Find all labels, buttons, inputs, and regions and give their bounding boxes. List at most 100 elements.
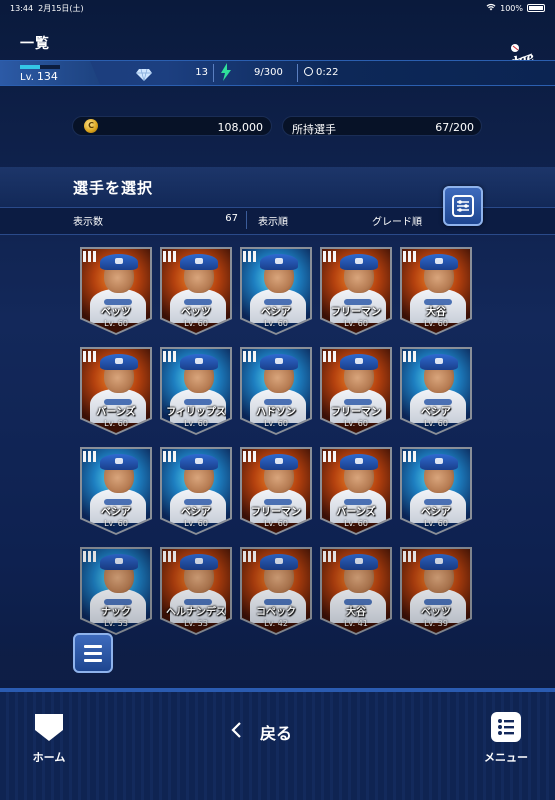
player-cap: [180, 354, 218, 370]
sort-order-value[interactable]: グレード順: [340, 213, 422, 228]
hamburger-icon: [84, 645, 102, 648]
battery-icon: [527, 4, 545, 12]
grade-stripes-icon: [243, 551, 256, 562]
player-card[interactable]: フリーマン Lv. 60: [320, 347, 392, 435]
player-name: ベッツ: [421, 607, 451, 618]
player-name: フリーマン: [331, 407, 381, 418]
diamond-icon: [136, 66, 152, 82]
owned-players-label: 所持選手: [292, 123, 336, 136]
select-panel-title: 選手を選択: [73, 179, 154, 197]
player-level: Lv. 60: [104, 519, 128, 528]
player-name: ベッツ: [181, 307, 211, 318]
back-button[interactable]: 戻る: [260, 720, 292, 744]
player-cap: [100, 554, 138, 570]
display-count: 67: [225, 213, 238, 224]
player-level: Lv. 39: [424, 619, 448, 628]
bottom-nav: [0, 692, 555, 800]
coin-amount: 108,000: [217, 121, 264, 134]
menu-button-label[interactable]: メニュー: [476, 749, 536, 765]
player-level: Lv. 60: [184, 519, 208, 528]
player-card[interactable]: 大谷 Lv. 41: [320, 547, 392, 635]
player-cap: [100, 254, 138, 270]
grade-stripes-icon: [83, 551, 96, 562]
grade-stripes-icon: [403, 351, 416, 362]
battery-percent: 100%: [500, 3, 523, 13]
grade-stripes-icon: [323, 351, 336, 362]
player-name: コペック: [256, 607, 296, 618]
player-name: バーンズ: [96, 407, 136, 418]
player-cap: [180, 554, 218, 570]
player-card[interactable]: ベシア Lv. 60: [240, 247, 312, 335]
player-level: Lv. 53: [104, 619, 128, 628]
player-name: フリーマン: [331, 307, 381, 318]
back-chevron-icon[interactable]: [230, 721, 242, 739]
player-cap: [100, 354, 138, 370]
player-cap: [100, 454, 138, 470]
player-card[interactable]: ベシア Lv. 60: [400, 347, 472, 435]
player-card[interactable]: ベッツ Lv. 60: [80, 247, 152, 335]
player-level: Lv. 60: [264, 519, 288, 528]
player-card[interactable]: ベシア Lv. 60: [160, 447, 232, 535]
status-right: 100%: [486, 3, 545, 13]
player-card[interactable]: ハドソン Lv. 60: [240, 347, 312, 435]
player-card[interactable]: ベッツ Lv. 39: [400, 547, 472, 635]
player-card[interactable]: フリーマン Lv. 60: [320, 247, 392, 335]
player-level: Lv. 60: [104, 319, 128, 328]
player-level: Lv. 42: [264, 619, 288, 628]
player-cap: [180, 454, 218, 470]
player-level: Lv. 60: [264, 319, 288, 328]
player-cap: [340, 554, 378, 570]
stamina-count: 9/300: [254, 67, 283, 78]
player-card[interactable]: ナック Lv. 53: [80, 547, 152, 635]
player-card[interactable]: フリーマン Lv. 60: [240, 447, 312, 535]
player-cap: [180, 254, 218, 270]
player-level: Lv. 41: [344, 619, 368, 628]
player-name: ベシア: [421, 507, 451, 518]
player-level: Lv. 60: [424, 419, 448, 428]
list-view-button[interactable]: [73, 633, 113, 673]
player-cap: [260, 454, 298, 470]
player-card[interactable]: ベッツ Lv. 60: [160, 247, 232, 335]
player-name: ナック: [101, 607, 131, 618]
player-card[interactable]: フィリップス Lv. 60: [160, 347, 232, 435]
owned-players-count: 67/200: [435, 121, 474, 134]
status-bar: 13:44 2月15日(土) 100%: [0, 0, 555, 16]
grade-stripes-icon: [323, 551, 336, 562]
player-card[interactable]: ヘルナンデス Lv. 53: [160, 547, 232, 635]
player-level: Lv. 60: [344, 519, 368, 528]
player-level: Lv. 60: [184, 419, 208, 428]
player-level: Lv. 60: [424, 519, 448, 528]
stamina-timer: 0:22: [316, 67, 339, 78]
player-level: Lv. 53: [184, 619, 208, 628]
player-name: ベシア: [181, 507, 211, 518]
grade-stripes-icon: [163, 251, 176, 262]
player-name: ハドソン: [256, 407, 296, 418]
player-name: ベッツ: [101, 307, 131, 318]
grade-stripes-icon: [243, 451, 256, 462]
player-card[interactable]: 大谷 Lv. 60: [400, 247, 472, 335]
player-card[interactable]: ベシア Lv. 60: [400, 447, 472, 535]
clock-icon: [304, 67, 313, 76]
player-grid: ベッツ Lv. 60 ベッツ Lv. 60 ベシア Lv. 60 フリーマン Lv. 60 大谷…: [80, 247, 480, 652]
home-plate-icon[interactable]: [33, 712, 65, 742]
player-card[interactable]: ベシア Lv. 60: [80, 447, 152, 535]
player-level: Lv. 60: [264, 419, 288, 428]
home-button-label[interactable]: ホーム: [27, 749, 71, 765]
player-name: フィリップス: [166, 407, 226, 418]
filter-button[interactable]: [443, 186, 483, 226]
player-card[interactable]: バーンズ Lv. 60: [80, 347, 152, 435]
player-card[interactable]: コペック Lv. 42: [240, 547, 312, 635]
player-cap: [420, 254, 458, 270]
filter-divider: [246, 211, 247, 229]
player-cap: [340, 354, 378, 370]
grade-stripes-icon: [243, 251, 256, 262]
grade-stripes-icon: [163, 451, 176, 462]
grade-stripes-icon: [163, 351, 176, 362]
player-name: ベシア: [261, 307, 291, 318]
player-name: バーンズ: [336, 507, 376, 518]
display-count-label: 表示数: [73, 217, 103, 228]
player-name: ベシア: [421, 407, 451, 418]
menu-list-icon[interactable]: [491, 712, 521, 742]
player-card[interactable]: バーンズ Lv. 60: [320, 447, 392, 535]
grade-stripes-icon: [83, 251, 96, 262]
